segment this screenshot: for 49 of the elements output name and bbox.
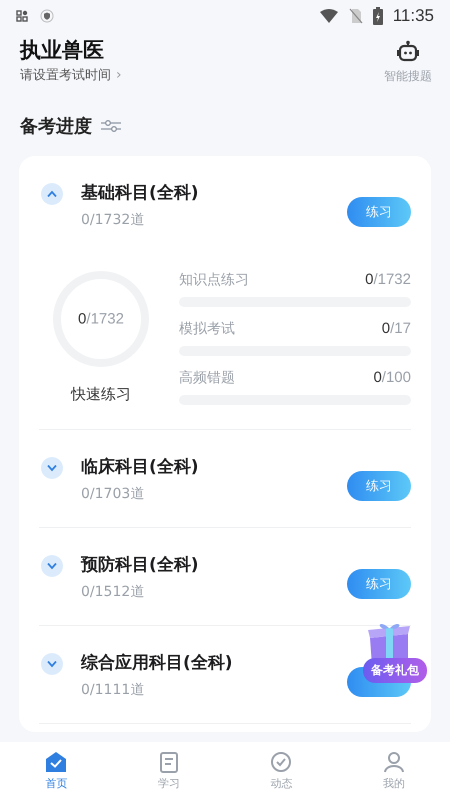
chevron-down-icon <box>47 562 57 570</box>
no-sim-icon <box>348 8 363 24</box>
gift-pack-button[interactable]: 备考礼包 <box>355 620 435 694</box>
battery-icon <box>372 7 383 25</box>
smart-search-button[interactable]: 智能搜题 <box>384 38 432 87</box>
exam-date-link[interactable]: 请设置考试时间 <box>20 66 111 84</box>
practice-button[interactable]: 练习 <box>347 569 411 599</box>
person-icon <box>382 751 405 773</box>
expand-toggle[interactable] <box>41 183 63 205</box>
section-title: 备考进度 <box>20 115 92 138</box>
progress-value: 0/100 <box>373 369 411 386</box>
nav-tab[interactable]: 学习 <box>150 749 188 793</box>
progress-label: 知识点练习 <box>179 271 249 289</box>
wifi-icon <box>318 8 339 24</box>
question-count: 0/1732道 <box>81 211 146 229</box>
progress-label: 模拟考试 <box>179 320 235 338</box>
subject-title: 综合应用科目(全科) <box>81 652 234 675</box>
expand-toggle[interactable] <box>41 555 63 577</box>
grid-icon <box>16 10 28 22</box>
robot-icon <box>396 40 420 64</box>
nav-tab[interactable]: 我的 <box>374 749 413 793</box>
chevron-icon: › <box>116 67 122 83</box>
chevron-up-icon <box>47 190 57 198</box>
progress-value: 0/1732 <box>365 271 411 288</box>
check-circle-icon <box>270 751 292 773</box>
chevron-down-icon <box>47 660 57 668</box>
home-icon <box>45 751 68 773</box>
chevron-down-icon <box>47 464 57 472</box>
sliders-icon <box>100 119 122 133</box>
expand-toggle[interactable] <box>41 457 63 479</box>
clock: 11:35 <box>392 6 434 26</box>
progress-value: 0/1732 <box>78 310 124 328</box>
nav-tab[interactable]: 首页 <box>37 749 76 793</box>
subject-title: 预防科目(全科) <box>81 554 200 577</box>
practice-button[interactable]: 练习 <box>347 197 411 227</box>
subject-title: 基础科目(全科) <box>81 182 200 205</box>
shield-icon <box>40 9 54 23</box>
document-icon <box>158 751 180 773</box>
page-title: 执业兽医 <box>20 37 105 64</box>
nav-tab[interactable]: 动态 <box>262 749 300 793</box>
practice-button[interactable]: 练习 <box>347 471 411 501</box>
quick-practice-button[interactable]: 快速练习 <box>71 385 131 404</box>
subject-title: 临床科目(全科) <box>81 456 200 479</box>
question-count: 0/1703道 <box>81 485 146 503</box>
progress-value: 0/17 <box>382 320 411 337</box>
question-count: 0/1111道 <box>81 681 146 699</box>
question-count: 0/1512道 <box>81 583 146 601</box>
expand-toggle[interactable] <box>41 653 63 675</box>
progress-label: 高频错题 <box>179 369 235 387</box>
